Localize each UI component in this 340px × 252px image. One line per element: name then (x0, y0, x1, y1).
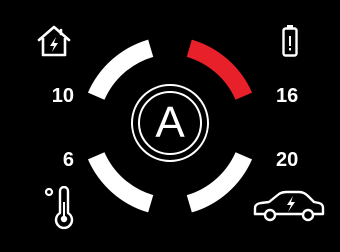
battery-icon (281, 24, 299, 58)
mode-letter: A (155, 98, 185, 147)
value-bottom-right: 20 (276, 149, 299, 171)
value-bottom-left: 6 (62, 149, 74, 171)
value-top-left: 10 (51, 85, 74, 107)
house-charging-icon (36, 24, 72, 58)
thermometer-degree-icon (44, 186, 74, 232)
electric-car-icon (251, 190, 327, 224)
mode-button[interactable]: A (129, 82, 211, 164)
energy-gauge-screen: A 10 16 6 20 (0, 0, 340, 252)
value-top-right: 16 (276, 85, 299, 107)
